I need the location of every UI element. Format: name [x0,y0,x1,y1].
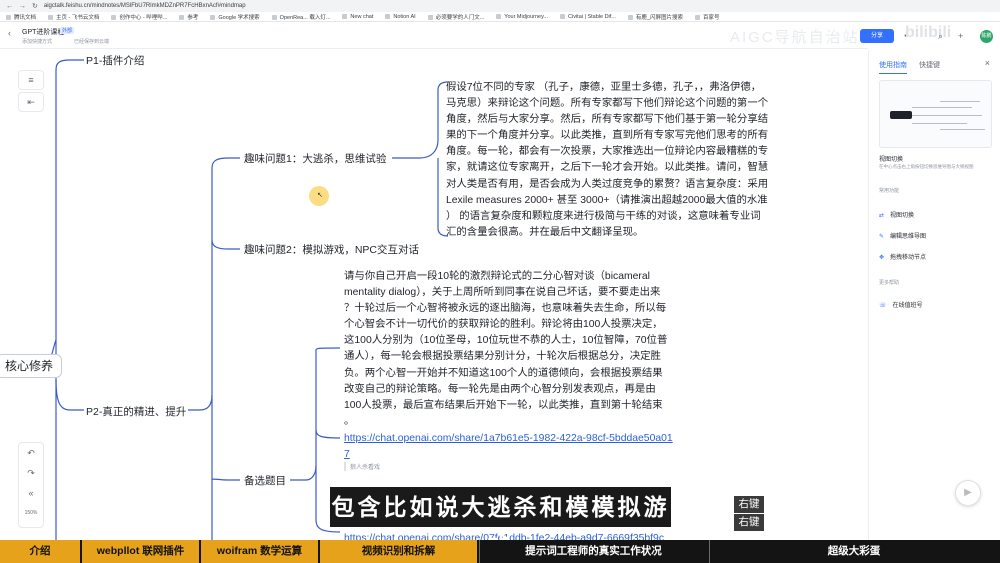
switch-icon: ⇄ [879,213,885,219]
bookmark[interactable]: 百家号 [695,13,720,21]
help-item-label: 在线值班号 [892,303,923,309]
close-icon[interactable]: × [985,58,990,68]
bookmark[interactable]: 腾讯文档 [6,13,36,21]
section-help: 更多帮助 [879,280,900,286]
bookmark[interactable]: New chat [342,14,373,20]
add-shortcut-link[interactable]: 添加快捷方式 [22,38,52,45]
chapter-item[interactable]: 超级大彩蛋 [709,540,1000,563]
chat-share-link-1[interactable]: https://chat.openai.com/share/1a7b61e5-1… [344,431,684,463]
node-p2[interactable]: P2-真正的精进、提升 [86,404,186,419]
help-item-drag[interactable]: ✥ 拖拽移动节点 [879,252,926,261]
bookmark[interactable]: Your Midjourney... [496,14,548,20]
help-panel: 使用指南 快捷键 × 视图切换 在中心点击右上角按钮切换思维导图与大纲视图 常用… [868,50,1000,540]
bookmarks-bar: 腾讯文档 主页 - 飞书云文档 创作中心 - 哔哩哔... 参考 Google … [0,12,1000,22]
chapter-item[interactable]: webpllot 联网插件 [82,540,201,563]
help-item-view-switch[interactable]: ⇄ 视图切换 [879,210,914,219]
tab-shortcuts[interactable]: 快捷键 [919,60,940,74]
doc-title[interactable]: GPT进阶课程 [22,27,64,37]
bookmark[interactable]: 参考 [179,13,198,21]
outline-icon: ≡ [28,75,34,85]
headset-icon: ☏ [879,303,887,309]
forward-arrow-icon[interactable]: → [19,3,26,10]
root-node[interactable]: 核心修养 [0,354,63,378]
link-note: 狼人杀看戏 [344,462,380,471]
help-item-label: 视图切换 [890,213,915,219]
node-note-debate[interactable]: 假设7位不同的专家 （孔子，康德，亚里士多德，孔子，，弗洛伊德， 马克思）来辩论… [446,80,776,241]
external-badge: 外部 [60,27,75,34]
plus-icon[interactable]: + [958,31,963,41]
mouse-pointer-icon: ↖ [317,192,323,199]
video-subtitle: 包含比如说大逃杀和模模拟游戏 [330,487,671,560]
back-arrow-icon[interactable]: ← [6,3,13,10]
undo-icon[interactable]: ↶ [19,443,43,463]
mindmap-canvas[interactable]: 核心修养 P1-插件介绍 P2-真正的精进、提升 趣味问题1：大逃杀，思维试验 … [0,50,868,540]
right-click-hint: 右键 [734,496,764,513]
outline-toggle-button[interactable]: ≡ [18,70,44,90]
bookmark[interactable]: Google 学术搜索 [210,13,259,21]
video-chapter-bar: 介绍 webpllot 联网插件 woifram 数学运算 视频识别和拆解 提示… [0,540,1000,563]
node-topic1[interactable]: 趣味问题1：大逃杀，思维试验 [244,151,386,166]
bookmark[interactable]: 主页 - 飞书云文档 [48,13,99,21]
guide-description: 在中心点击右上角按钮切换思维导图与大纲视图 [879,164,974,169]
node-p1[interactable]: P1-插件介绍 [86,53,144,68]
bookmark[interactable]: 创作中心 - 哔哩哔... [111,13,167,21]
bookmark[interactable]: 有鹿_闪屏图片搜索 [628,13,683,21]
structure-button[interactable]: ⇤ [18,92,44,112]
help-item-label: 拖拽移动节点 [890,255,927,261]
help-item-support[interactable]: ☏ 在线值班号 [879,300,923,309]
node-alternates[interactable]: 备选题目 [244,473,286,488]
search-icon[interactable]: ⌕ [938,31,943,42]
redo-icon[interactable]: ↷ [19,463,43,483]
address-bar[interactable]: ← → ↻ aigctalk.feishu.cn/mindnotes/MSlFb… [0,0,1000,12]
bookmark[interactable]: OpenRea... 载入灯... [272,13,331,21]
chapter-item[interactable]: 介绍 [0,540,82,563]
avatar[interactable]: 陈鹏 [980,30,993,43]
tab-guide[interactable]: 使用指南 [879,60,907,74]
drag-icon: ✥ [879,255,885,261]
chat-share-link-2[interactable]: https://chat.openai.com/share/07fe1ddb-1… [344,531,684,540]
share-button[interactable]: 分享 [860,29,894,43]
watermark-text: AIGC导航自治站 [730,29,860,46]
bilibili-watermark: bilibili [905,24,952,41]
collapse-icon[interactable]: « [19,483,43,503]
back-icon[interactable]: ‹ [8,28,11,38]
url-text[interactable]: aigctalk.feishu.cn/mindnotes/MSlFbU7Rlmk… [44,3,246,9]
save-status: 已经保存到云端 [74,39,110,45]
bookmark[interactable]: Civitai | Stable Dif... [560,14,616,20]
bookmark[interactable]: 必须要学的人门文... [428,13,485,21]
section-common: 常用功能 [879,188,900,194]
node-topic2[interactable]: 趣味问题2：模拟游戏，NPC交互对话 [244,242,419,257]
guide-preview-image [879,80,992,148]
canvas-controls: ↶ ↷ « 150% [18,442,44,528]
help-item-edit[interactable]: ✎ 编辑思维导图 [879,231,926,240]
chapter-item[interactable]: woifram 数学运算 [201,540,320,563]
guide-title: 视图切换 [879,157,904,163]
chapter-item[interactable]: 提示词工程师的真实工作状况 [479,540,709,563]
structure-icon: ⇤ [27,97,35,107]
edit-icon: ✎ [879,234,885,240]
chapter-item[interactable]: 视频识别和拆解 [320,540,479,563]
zoom-level[interactable]: 150% [19,503,43,523]
right-click-hint: 右键 [734,514,764,531]
reload-icon[interactable]: ↻ [32,2,38,10]
node-note-bicameral[interactable]: 请与你自己开启一段10轮的激烈辩论式的二分心智对谈（bicameral ment… [344,269,684,430]
bookmark[interactable]: Notion AI [385,14,415,20]
help-item-label: 编辑思维导图 [890,234,927,240]
play-icon[interactable]: ▶ [955,480,981,506]
